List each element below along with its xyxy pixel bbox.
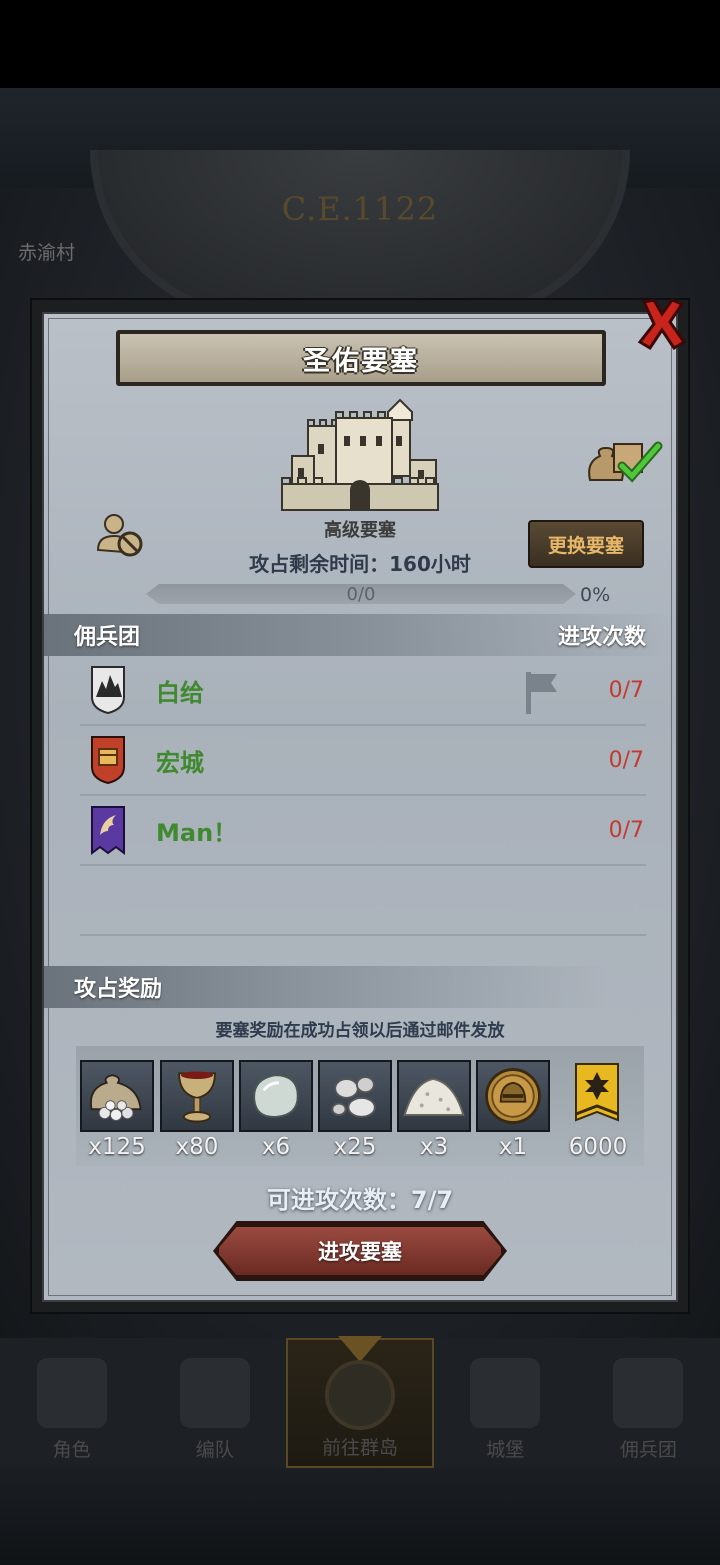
nav-mercenary[interactable]: 佣兵团 [577,1338,720,1468]
nav-formation[interactable]: 编队 [143,1338,286,1468]
fortress-castle-icon [281,398,439,511]
close-icon [637,298,687,351]
reward-note: 要塞奖励在成功占领以后通过邮件发放 [215,1021,505,1041]
screen-top-bar [0,0,720,88]
nav-label: 城堡 [486,1439,525,1461]
reward-item[interactable] [476,1060,550,1132]
nav-role[interactable]: 角色 [0,1338,143,1468]
ship-icon [613,1358,684,1428]
page-title: 圣佑要塞 [303,345,419,377]
mercenary-row[interactable]: 宏城 0/7 [80,726,646,796]
empty-mercenary-slot [80,866,646,936]
reward-quantity: 6000 [568,1134,628,1160]
reward-quantity: x3 [419,1134,449,1160]
mercenary-attempts: 0/7 [608,677,644,703]
mercenary-attempts: 0/7 [608,817,644,843]
time-remaining: 攻占剩余时间：160小时 [249,552,471,576]
nav-castle[interactable]: 城堡 [434,1338,577,1468]
progress-percent: 0% [580,584,611,606]
calendar-dial [90,150,630,320]
reward-quantity: x1 [498,1134,528,1160]
reward-item[interactable] [239,1060,313,1132]
year-label: C.E.1122 [281,190,439,228]
progress-text: 0/0 [346,584,376,605]
globe-icon [325,1360,395,1430]
reward-item[interactable] [80,1060,154,1132]
flag-icon [526,672,557,714]
fortress-grade: 高级要塞 [324,520,396,541]
user-forbidden-icon[interactable] [96,512,144,558]
close-button[interactable] [636,296,688,352]
helmet-icon [179,1358,250,1428]
mercenary-section-header: 佣兵团 进攻次数 [44,614,676,656]
title-banner: 圣佑要塞 [116,330,606,386]
knight-icon [36,1358,107,1428]
goblet-icon [178,1071,216,1123]
loot-claimed-icon[interactable] [584,436,666,486]
attacks-column-header: 进攻次数 [557,625,646,650]
reward-quantity: x80 [175,1134,219,1160]
chevron-down-icon [338,1336,382,1362]
mercenary-section-title: 佣兵团 [74,625,141,650]
mercenary-attempts: 0/7 [608,747,644,773]
honor-banner-icon[interactable] [574,1062,620,1130]
reward-quantity: x125 [88,1134,146,1160]
knight-helmet-icon [485,1068,541,1124]
reward-item[interactable] [160,1060,234,1132]
castle-icon [470,1358,541,1428]
village-label: 赤渝村 [18,242,76,264]
nav-label: 前往群岛 [322,1437,399,1459]
silver-sack-icon [89,1074,142,1122]
nav-label: 佣兵团 [619,1439,677,1461]
attacks-available: 可进攻次数：7/7 [266,1186,454,1214]
silver-ore-icon [331,1076,376,1118]
reward-item[interactable] [397,1060,471,1132]
chest-shield-icon [91,736,125,785]
salt-pile-icon [403,1078,465,1116]
mountain-shield-icon [91,666,125,715]
nav-islands[interactable]: 前往群岛 [286,1336,434,1468]
attack-fortress-button[interactable]: 进攻要塞 [216,1224,504,1278]
mercenary-row[interactable]: 白给 0/7 [80,656,646,726]
moonstone-icon [253,1074,299,1118]
mercenary-name: 宏城 [156,748,204,777]
nav-label: 角色 [52,1439,91,1461]
bottom-nav: 角色 编队 前往群岛 城堡 佣兵团 [0,1336,720,1468]
reward-section-header: 攻占奖励 [44,966,676,1008]
reward-quantity: x25 [333,1134,377,1160]
nav-label: 编队 [195,1439,234,1461]
screen-bottom-bar [0,1468,720,1565]
reward-item[interactable] [318,1060,392,1132]
dragon-banner-icon [91,806,125,855]
mercenary-name: Man！ [156,818,238,847]
reward-section-title: 攻占奖励 [74,977,163,1002]
change-fortress-button[interactable]: 更换要塞 [528,520,644,568]
mercenary-row[interactable]: Man！ 0/7 [80,796,646,866]
reward-quantity: x6 [261,1134,291,1160]
